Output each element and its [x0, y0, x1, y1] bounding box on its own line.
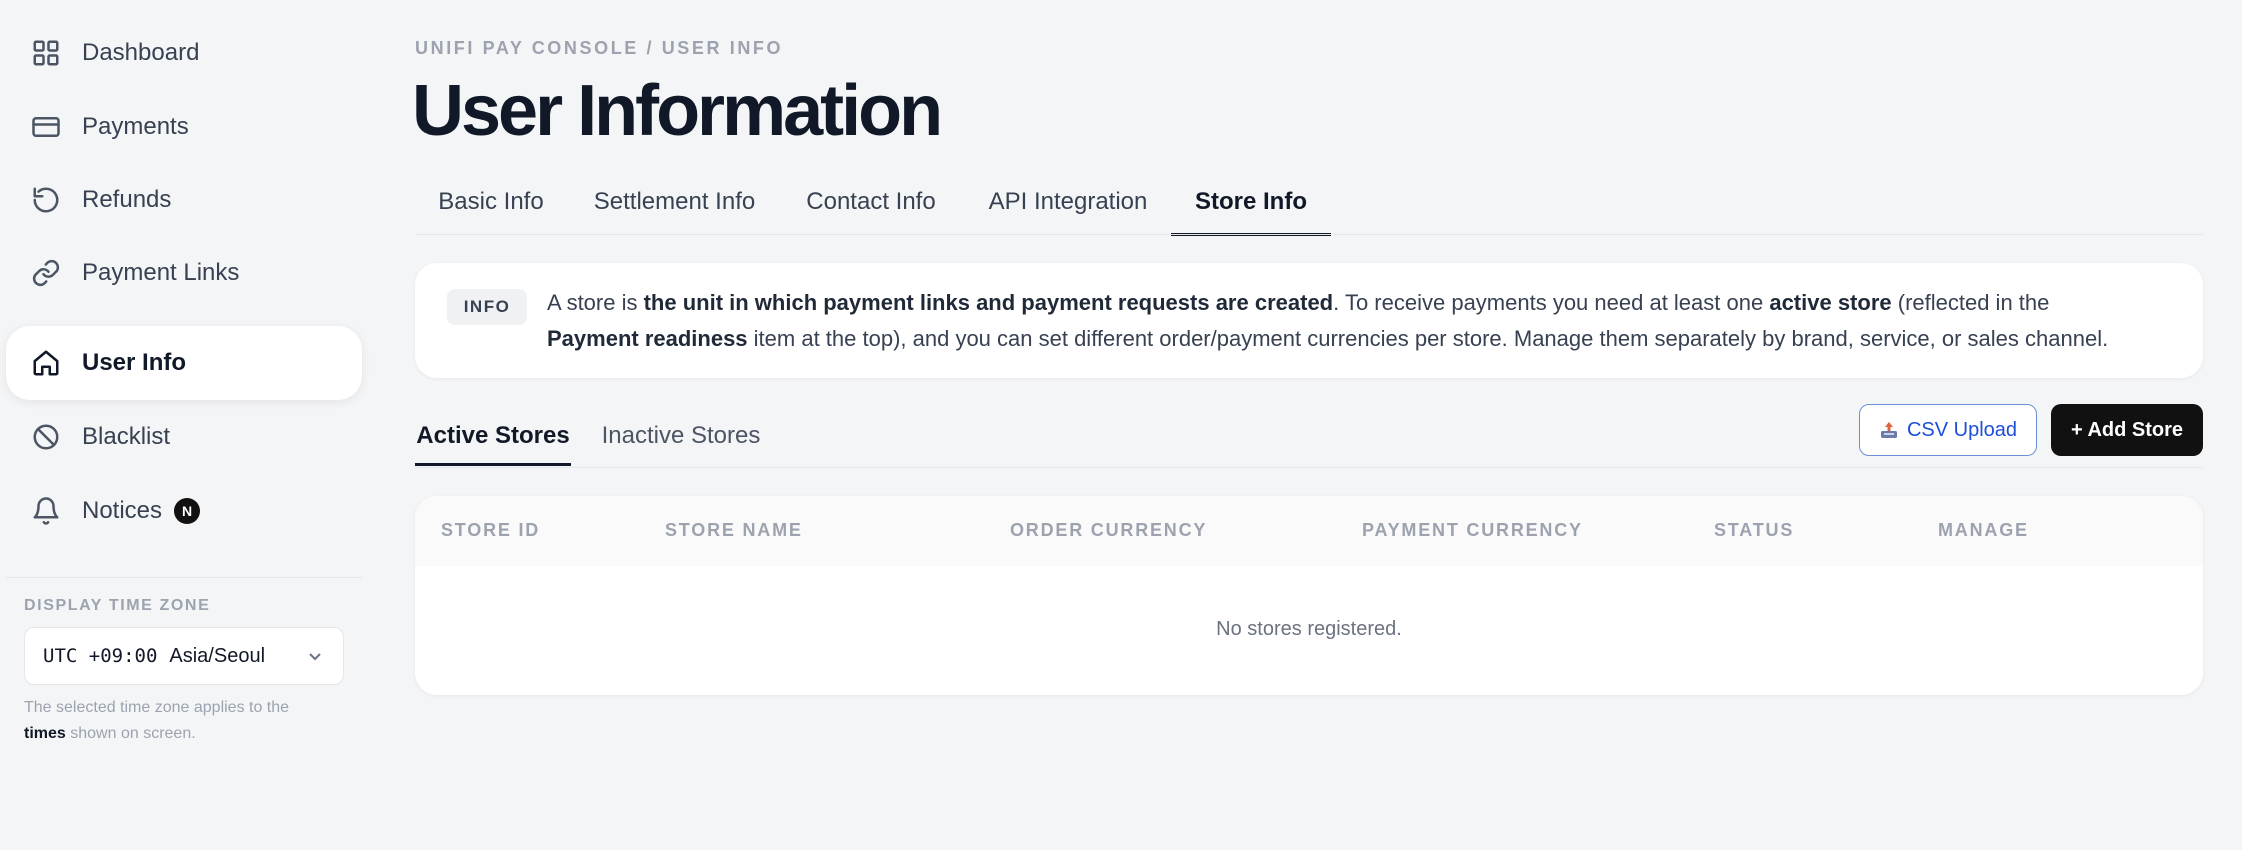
bell-icon	[30, 495, 62, 527]
column-header-store-name: STORE NAME	[665, 520, 803, 540]
sidebar-item-label: Dashboard	[82, 39, 200, 66]
timezone-select[interactable]: UTC +09:00 Asia/Seoul	[24, 627, 344, 685]
info-text-bold: Payment readiness	[547, 326, 748, 351]
timezone-label: DISPLAY TIME ZONE	[24, 597, 211, 614]
sidebar: Dashboard Payments Refunds Payment Links…	[0, 0, 372, 850]
timezone-offset: UTC +09:00	[43, 645, 158, 667]
csv-upload-button[interactable]: CSV Upload	[1859, 404, 2037, 456]
empty-state: No stores registered.	[1216, 618, 1402, 640]
grid-icon	[30, 37, 62, 69]
tabs-divider	[415, 234, 2203, 235]
sidebar-item-label: Payments	[82, 113, 189, 140]
home-icon	[30, 347, 62, 379]
table-header: STORE ID STORE NAME ORDER CURRENCY PAYME…	[415, 496, 2203, 566]
chevron-down-icon	[307, 648, 323, 664]
stores-table: STORE ID STORE NAME ORDER CURRENCY PAYME…	[415, 496, 2203, 695]
sidebar-item-label: Payment Links	[82, 259, 240, 286]
notice-badge: N	[174, 498, 201, 524]
column-header-manage: MANAGE	[1938, 520, 2029, 540]
sidebar-item-blacklist[interactable]: Blacklist	[6, 400, 362, 474]
subtab-inactive-stores[interactable]: Inactive Stores	[595, 418, 767, 466]
timezone-note-text: The selected time zone applies to the	[24, 699, 290, 716]
csv-upload-label: CSV Upload	[1906, 418, 2018, 441]
info-tag: INFO	[447, 289, 527, 325]
sidebar-item-dashboard[interactable]: Dashboard	[6, 16, 362, 90]
sidebar-item-label: User Info	[82, 349, 187, 376]
info-text-part: A store is	[547, 290, 644, 315]
timezone-note: The selected time zone applies to the ti…	[24, 695, 344, 747]
info-box: INFO A store is the unit in which paymen…	[415, 263, 2203, 378]
sidebar-item-label: Blacklist	[82, 423, 171, 450]
page-title: User Information	[412, 71, 943, 151]
info-text-part: item at the top), and you can set differ…	[747, 326, 2109, 351]
info-text: A store is the unit in which payment lin…	[547, 285, 2187, 357]
info-text-bold: active store	[1769, 290, 1892, 315]
sidebar-item-label: Notices	[82, 497, 163, 524]
sidebar-item-payments[interactable]: Payments	[6, 90, 362, 164]
info-text-bold: the unit in which payment links and paym…	[643, 290, 1334, 315]
timezone-zone: Asia/Seoul	[169, 644, 266, 667]
tab-settlement-info[interactable]: Settlement Info	[578, 182, 771, 236]
sidebar-item-payment-links[interactable]: Payment Links	[6, 236, 362, 310]
sidebar-item-refunds[interactable]: Refunds	[6, 163, 362, 237]
column-header-order-currency: ORDER CURRENCY	[1010, 520, 1208, 540]
subtab-active-stores[interactable]: Active Stores	[415, 418, 571, 466]
timezone-note-bold: times	[24, 725, 66, 742]
ban-icon	[30, 421, 62, 453]
info-text-part: . To receive payments you need at least …	[1333, 290, 1770, 315]
upload-tray-icon	[1879, 420, 1899, 440]
sidebar-item-user-info[interactable]: User Info	[6, 326, 362, 400]
sidebar-item-notices[interactable]: Notices N	[6, 474, 362, 548]
subtabs-divider	[415, 467, 2203, 468]
column-header-status: STATUS	[1714, 520, 1795, 540]
breadcrumb: UNIFI PAY CONSOLE / USER INFO	[415, 38, 784, 58]
tab-basic-info[interactable]: Basic Info	[415, 182, 567, 236]
timezone-note-text-end: shown on screen.	[70, 725, 196, 742]
column-header-store-id: STORE ID	[441, 520, 541, 540]
link-icon	[30, 257, 62, 289]
sidebar-divider	[6, 577, 362, 578]
tab-contact-info[interactable]: Contact Info	[785, 182, 957, 236]
refresh-icon	[30, 184, 62, 216]
tab-store-info[interactable]: Store Info	[1171, 182, 1331, 236]
column-header-payment-currency: PAYMENT CURRENCY	[1362, 520, 1583, 540]
card-icon	[30, 111, 62, 143]
info-text-part: (reflected in the	[1891, 290, 2050, 315]
tab-api-integration[interactable]: API Integration	[970, 182, 1166, 236]
sidebar-item-label: Refunds	[82, 186, 172, 213]
add-store-button[interactable]: + Add Store	[2051, 404, 2203, 456]
